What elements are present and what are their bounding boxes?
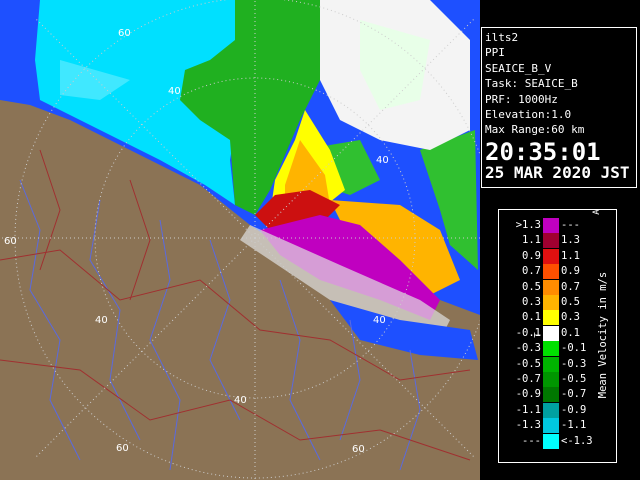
range-label: 40	[373, 315, 386, 326]
legend-swatch	[543, 387, 559, 403]
legend-swatch	[543, 295, 559, 310]
elevation: Elevation:1.0	[485, 108, 572, 122]
product-name: SEAICE_B_V	[485, 61, 552, 75]
legend-low-value: -0.7	[515, 373, 541, 385]
scan-info-panel: ilts2 PPI SEAICE_B_V Task: SEAICE_B PRF:…	[481, 27, 637, 188]
task-name: Task: SEAICE_B	[485, 77, 578, 91]
legend-swatch	[543, 310, 559, 326]
legend-high-value: 0.9	[561, 265, 580, 278]
legend-low-value: -0.5	[515, 357, 541, 370]
max-range: Max Range:60 km	[485, 123, 585, 137]
range-label: 60	[118, 28, 131, 39]
legend-low-value: 0.5	[522, 280, 541, 293]
legend-low-value: >1.3	[515, 219, 541, 231]
legend-bottom-marker: T	[533, 332, 544, 338]
radar-ppi-map[interactable]: 60 40 40 40 40 60 40 60 60	[0, 0, 480, 480]
legend-high-value: 0.5	[561, 296, 580, 308]
scan-type: PPI	[485, 46, 505, 60]
legend-low-value: -0.3	[515, 342, 541, 355]
legend-high-value: -0.1	[561, 342, 587, 355]
velocity-legend: >1.3 --- 1.1 1.3 0.9 1.1 0.7 0.9 0.5 0.7 0.3 0.5 0.1…	[498, 209, 617, 463]
legend-low-value: -1.3	[515, 419, 541, 432]
legend-swatch	[543, 356, 559, 372]
scan-time: 20:35:01	[485, 137, 601, 166]
legend-high-value: -0.5	[561, 373, 587, 385]
legend-swatch	[543, 233, 559, 249]
radar-image: 60 40 40 40 40 60 40 60 60	[0, 0, 480, 480]
legend-high-value: <-1.3	[561, 434, 593, 447]
legend-low-value: 0.7	[522, 265, 541, 278]
legend-swatch	[543, 341, 559, 357]
legend-low-value: 0.1	[522, 311, 541, 324]
legend-low-value: 0.3	[522, 296, 541, 308]
legend-high-value: ---	[561, 219, 580, 231]
range-label: 40	[95, 315, 108, 326]
legend-swatch	[543, 418, 559, 434]
legend-low-value: 0.9	[522, 249, 541, 262]
prf: PRF: 1000Hz	[485, 92, 558, 106]
legend-high-value: -0.9	[561, 403, 587, 416]
range-label: 40	[168, 86, 181, 97]
radar-name: ilts2	[485, 31, 519, 44]
range-label: 40	[376, 155, 389, 166]
range-label: 60	[116, 443, 129, 454]
legend-swatch	[543, 402, 559, 418]
legend-high-value: 1.3	[561, 234, 580, 247]
legend-top-marker: A	[592, 209, 602, 215]
legend-low-value: 1.1	[522, 234, 541, 247]
legend-low-value: -1.1	[515, 403, 541, 416]
legend-high-value: -0.3	[561, 357, 587, 370]
legend-high-value: -0.7	[561, 388, 587, 401]
legend-swatch	[543, 433, 559, 449]
legend-low-value: ---	[522, 434, 541, 447]
legend-high-value: 0.7	[561, 280, 580, 293]
legend-swatch	[543, 248, 559, 264]
range-label: 60	[352, 444, 365, 455]
legend-unit: A Mean Velocity in m/s T	[534, 209, 613, 450]
legend-high-value: -1.1	[561, 419, 587, 432]
legend-high-value: 0.3	[561, 311, 580, 324]
range-label: 40	[234, 395, 247, 406]
scan-date: 25 MAR 2020 JST	[485, 162, 630, 182]
legend-swatch	[543, 218, 559, 233]
legend-low-value: -0.9	[515, 388, 541, 401]
legend-swatch	[543, 372, 559, 387]
legend-swatch	[543, 264, 559, 280]
legend-swatch	[543, 279, 559, 295]
range-label: 60	[4, 236, 17, 247]
legend-high-value: 1.1	[561, 249, 580, 262]
